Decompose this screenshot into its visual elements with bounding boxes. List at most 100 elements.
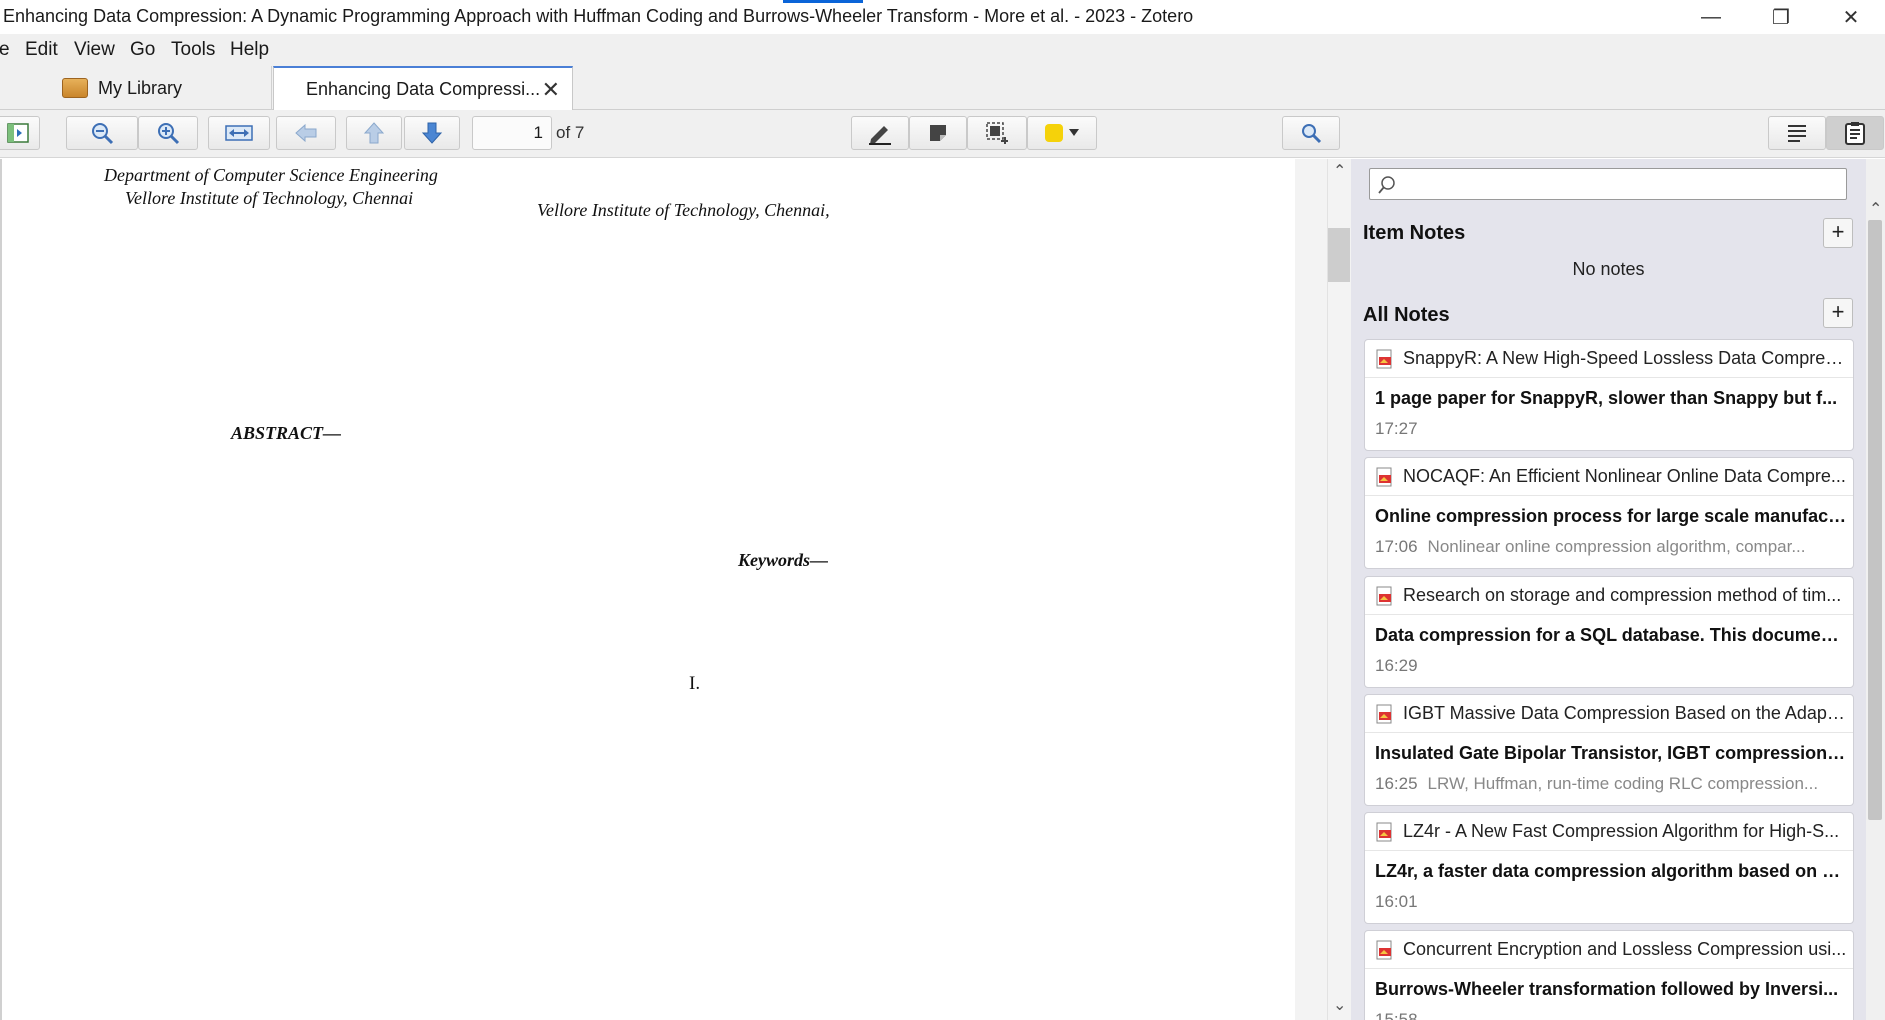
pdf-attachment-icon xyxy=(1376,940,1392,960)
tab-reader[interactable]: Enhancing Data Compressi... ✕ xyxy=(273,66,573,111)
doc-abstract-heading: ABSTRACT— xyxy=(231,423,342,443)
note-time: 16:01 xyxy=(1375,892,1418,911)
area-tool-button[interactable] xyxy=(967,116,1027,150)
note-icon xyxy=(930,125,946,141)
menu-edit[interactable]: Edit xyxy=(25,39,58,61)
color-picker-button[interactable] xyxy=(1027,116,1097,150)
note-meta: 15:58 xyxy=(1375,1010,1847,1020)
highlight-tool-button[interactable] xyxy=(851,116,909,150)
zoom-in-icon xyxy=(158,123,180,145)
note-parent-title: NOCAQF: An Efficient Nonlinear Online Da… xyxy=(1403,466,1846,486)
all-notes-title: All Notes xyxy=(1363,304,1450,326)
notes-icon xyxy=(1845,122,1865,145)
find-button[interactable] xyxy=(1282,116,1340,150)
menu-view[interactable]: View xyxy=(74,39,115,61)
pen-icon xyxy=(869,126,891,145)
title-bar: Enhancing Data Compression: A Dynamic Pr… xyxy=(0,0,1885,34)
note-card[interactable]: LZ4r - A New Fast Compression Algorithm … xyxy=(1364,812,1854,924)
context-pane-notes-button[interactable] xyxy=(1826,116,1884,150)
notes-search-input[interactable] xyxy=(1369,168,1847,200)
note-tool-button[interactable] xyxy=(909,116,967,150)
note-time: 15:58 xyxy=(1375,1010,1418,1020)
page-count: of 7 xyxy=(556,123,585,142)
menu-tools[interactable]: Tools xyxy=(171,39,215,61)
note-meta: 16:25 LRW, Huffman, run-time coding RLC c… xyxy=(1375,774,1847,794)
note-card[interactable]: NOCAQF: An Efficient Nonlinear Online Da… xyxy=(1364,457,1854,569)
back-button[interactable] xyxy=(276,116,336,150)
sidebar-icon xyxy=(7,123,29,143)
loading-indicator xyxy=(783,0,863,3)
note-time: 16:25 xyxy=(1375,774,1418,793)
notes-pane: Item Notes + No notes All Notes + Snappy… xyxy=(1351,159,1866,1020)
pdf-attachment-icon xyxy=(1376,467,1392,487)
note-parent-title: IGBT Massive Data Compression Based on t… xyxy=(1403,703,1847,723)
pdf-attachment-icon xyxy=(1376,586,1392,606)
toggle-sidebar-button[interactable] xyxy=(0,116,40,150)
note-card-header: IGBT Massive Data Compression Based on t… xyxy=(1365,695,1853,733)
chevron-down-icon xyxy=(1069,129,1079,136)
reader-toolbar: 1 of 7 xyxy=(0,110,1885,158)
scroll-up-icon[interactable]: ⌃ xyxy=(1333,161,1346,181)
doc-affiliation-line: Department of Computer Science Engineeri… xyxy=(104,165,438,185)
scroll-up-icon[interactable]: ⌃ xyxy=(1869,199,1882,219)
pdf-attachment-icon xyxy=(1376,349,1392,369)
note-card[interactable]: Concurrent Encryption and Lossless Compr… xyxy=(1364,930,1854,1020)
menu-file[interactable]: e xyxy=(0,39,10,61)
scrollbar-thumb[interactable] xyxy=(1868,220,1882,820)
menu-go[interactable]: Go xyxy=(130,39,155,61)
arrow-down-icon xyxy=(421,122,443,144)
note-excerpt: LRW, Huffman, run-time coding RLC compre… xyxy=(1427,774,1819,793)
note-parent-title: LZ4r - A New Fast Compression Algorithm … xyxy=(1403,821,1840,841)
note-title: Data compression for a SQL database. Thi… xyxy=(1375,625,1847,645)
pdf-viewer[interactable]: Department of Computer Science Engineeri… xyxy=(0,159,1295,1020)
note-meta: 16:29 xyxy=(1375,656,1847,676)
minimize-icon: — xyxy=(1701,5,1721,28)
note-card[interactable]: Research on storage and compression meth… xyxy=(1364,576,1854,688)
search-icon xyxy=(1378,176,1395,194)
zoom-page-width-button[interactable] xyxy=(208,116,270,150)
color-swatch xyxy=(1045,124,1063,142)
item-notes-title: Item Notes xyxy=(1363,222,1466,244)
note-card-header: NOCAQF: An Efficient Nonlinear Online Da… xyxy=(1365,458,1853,496)
note-title: Insulated Gate Bipolar Transistor, IGBT … xyxy=(1375,743,1847,763)
add-item-note-button[interactable]: + xyxy=(1823,218,1853,248)
note-title: LZ4r, a faster data compression algorith… xyxy=(1375,861,1847,881)
doc-keywords-heading: Keywords— xyxy=(738,550,828,570)
note-card[interactable]: SnappyR: A New High-Speed Lossless Data … xyxy=(1364,339,1854,451)
doc-section-number: I. xyxy=(689,673,701,694)
previous-page-button[interactable] xyxy=(346,116,402,150)
note-title: 1 page paper for SnappyR, slower than Sn… xyxy=(1375,388,1838,408)
scrollbar-thumb[interactable] xyxy=(1328,228,1350,282)
zoom-out-button[interactable] xyxy=(66,116,138,150)
tab-label: My Library xyxy=(98,77,183,98)
note-title: Online compression process for large sca… xyxy=(1375,506,1847,526)
add-note-button[interactable]: + xyxy=(1823,298,1853,328)
pdf-attachment-icon xyxy=(1376,704,1392,724)
note-time: 16:29 xyxy=(1375,656,1418,675)
menu-help[interactable]: Help xyxy=(230,39,269,61)
tab-close-icon[interactable]: ✕ xyxy=(542,77,560,103)
library-icon xyxy=(62,78,88,98)
note-card-header: LZ4r - A New Fast Compression Algorithm … xyxy=(1365,813,1853,851)
document-scrollbar[interactable] xyxy=(1295,159,1327,1020)
note-meta: 16:01 xyxy=(1375,892,1847,912)
note-time: 17:06 xyxy=(1375,537,1418,556)
fit-width-icon xyxy=(225,125,253,141)
restore-button[interactable]: ❐ xyxy=(1746,0,1816,34)
note-excerpt: Nonlinear online compression algorithm, … xyxy=(1427,537,1806,556)
context-pane-outline-button[interactable] xyxy=(1768,116,1826,150)
minimize-button[interactable]: — xyxy=(1676,0,1746,34)
note-parent-title: Concurrent Encryption and Lossless Compr… xyxy=(1403,939,1847,959)
tab-bar: My Library Enhancing Data Compressi... ✕ xyxy=(0,66,1885,111)
close-window-button[interactable]: ✕ xyxy=(1816,0,1885,34)
tab-label: Enhancing Data Compressi... xyxy=(306,79,541,99)
split-scrollbar[interactable]: ⌃ ⌄ xyxy=(1327,159,1351,1020)
tab-my-library[interactable]: My Library xyxy=(0,66,272,110)
next-page-button[interactable] xyxy=(404,116,460,150)
note-card[interactable]: IGBT Massive Data Compression Based on t… xyxy=(1364,694,1854,806)
area-select-icon xyxy=(986,122,1008,144)
scroll-down-icon[interactable]: ⌄ xyxy=(1333,995,1346,1015)
zoom-in-button[interactable] xyxy=(138,116,198,150)
page-number-input[interactable]: 1 xyxy=(472,116,552,150)
note-title: Burrows-Wheeler transformation followed … xyxy=(1375,979,1839,999)
